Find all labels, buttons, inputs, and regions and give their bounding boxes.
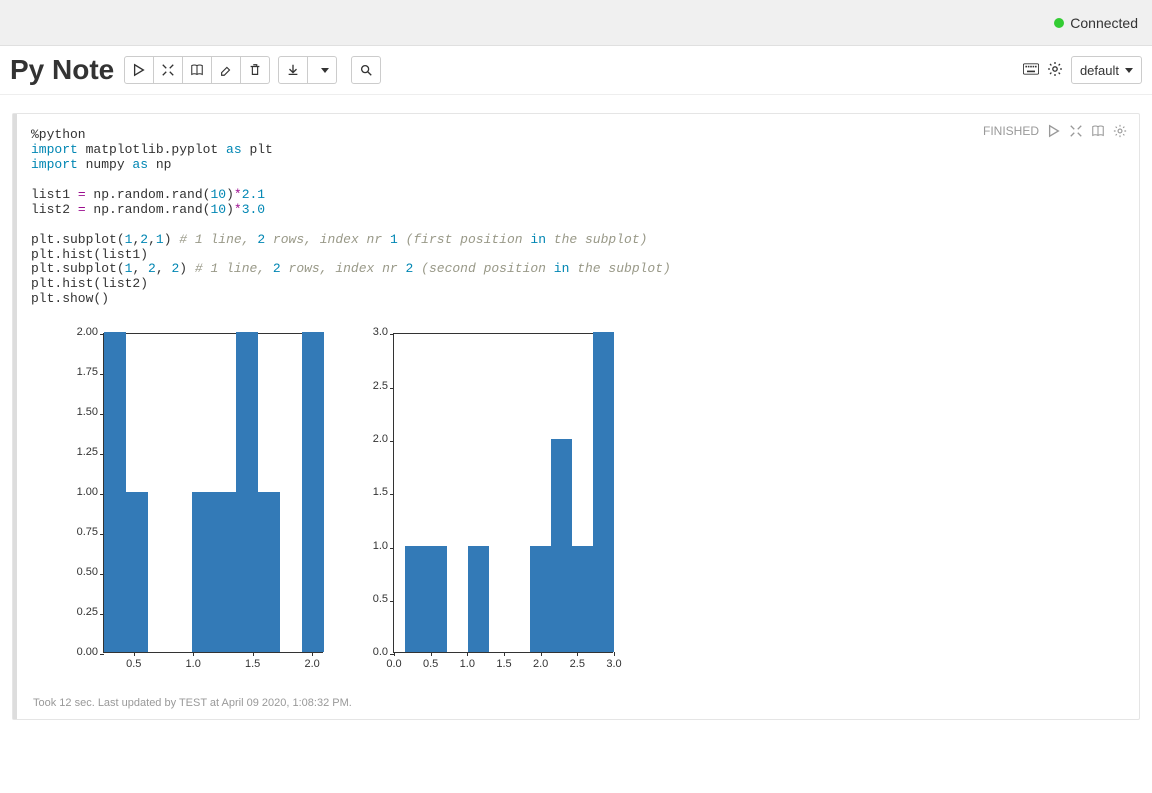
cell-hide-editor-button[interactable] bbox=[1069, 124, 1083, 138]
y-tick-label: 1.75 bbox=[77, 366, 104, 378]
search-icon bbox=[359, 63, 373, 77]
gear-icon bbox=[1047, 61, 1063, 77]
cell-status-row: FINISHED bbox=[983, 124, 1127, 138]
interpreter-label: default bbox=[1080, 63, 1119, 78]
notebook-title[interactable]: Py Note bbox=[10, 54, 114, 86]
y-tick-label: 0.00 bbox=[77, 646, 104, 658]
export-dropdown-button[interactable] bbox=[308, 56, 337, 84]
eraser-icon bbox=[219, 63, 233, 77]
header-right: default bbox=[1023, 56, 1142, 84]
notebook-body: FINISHED %pythonimport matplotlib.pyplot… bbox=[0, 95, 1152, 756]
search-button[interactable] bbox=[351, 56, 381, 84]
cell-settings-button[interactable] bbox=[1113, 124, 1127, 138]
x-tick-label: 2.5 bbox=[570, 652, 585, 670]
play-icon bbox=[1047, 124, 1061, 138]
collapse-icon bbox=[161, 63, 175, 77]
cell-inner: %pythonimport matplotlib.pyplot as pltim… bbox=[13, 114, 1139, 719]
bar bbox=[551, 439, 572, 652]
cell-run-button[interactable] bbox=[1047, 124, 1061, 138]
delete-note-button[interactable] bbox=[241, 56, 270, 84]
cell-footer-meta: Took 12 sec. Last updated by TEST at Apr… bbox=[31, 697, 1121, 709]
bar bbox=[302, 332, 324, 652]
collapse-icon bbox=[1069, 124, 1083, 138]
top-bar: Connected bbox=[0, 0, 1152, 46]
x-tick-label: 1.5 bbox=[496, 652, 511, 670]
connection-status: Connected bbox=[1070, 15, 1138, 31]
caret-down-icon bbox=[321, 68, 329, 73]
bar bbox=[192, 492, 214, 652]
bar bbox=[426, 546, 447, 653]
clear-output-button[interactable] bbox=[212, 56, 241, 84]
bar bbox=[126, 492, 148, 652]
y-tick-label: 2.0 bbox=[373, 433, 394, 445]
code-editor[interactable]: %pythonimport matplotlib.pyplot as pltim… bbox=[31, 128, 1121, 307]
histogram-chart: 0.000.250.500.751.001.251.501.752.000.51… bbox=[61, 333, 323, 675]
chart-output: 0.000.250.500.751.001.251.501.752.000.51… bbox=[31, 333, 1121, 675]
x-tick-label: 0.0 bbox=[386, 652, 401, 670]
y-tick-label: 3.0 bbox=[373, 326, 394, 338]
download-icon bbox=[286, 63, 300, 77]
gear-icon bbox=[1113, 124, 1127, 138]
bar bbox=[572, 546, 593, 653]
book-icon bbox=[1091, 124, 1105, 138]
cell-output: 0.000.250.500.751.001.251.501.752.000.51… bbox=[31, 333, 1121, 675]
histogram-chart: 0.00.51.01.52.02.53.00.00.51.01.52.02.53… bbox=[351, 333, 613, 675]
y-tick-label: 2.00 bbox=[77, 326, 104, 338]
x-tick-label: 1.5 bbox=[245, 652, 260, 670]
y-tick-label: 0.50 bbox=[77, 566, 104, 578]
y-tick-label: 0.75 bbox=[77, 526, 104, 538]
y-tick-label: 0.5 bbox=[373, 593, 394, 605]
bar bbox=[593, 332, 614, 652]
caret-down-icon bbox=[1125, 68, 1133, 73]
x-tick-label: 1.0 bbox=[186, 652, 201, 670]
bar bbox=[236, 332, 258, 652]
y-tick-label: 1.50 bbox=[77, 406, 104, 418]
export-button[interactable] bbox=[278, 56, 308, 84]
y-tick-label: 0.25 bbox=[77, 606, 104, 618]
cell-status-bar bbox=[13, 114, 17, 719]
keyboard-shortcuts-button[interactable] bbox=[1023, 61, 1039, 80]
play-icon bbox=[132, 63, 146, 77]
bar bbox=[214, 492, 236, 652]
x-tick-label: 1.0 bbox=[460, 652, 475, 670]
y-tick-label: 1.5 bbox=[373, 486, 394, 498]
paragraph-toolbar bbox=[124, 56, 270, 84]
connection-dot-icon bbox=[1054, 18, 1064, 28]
show-hide-code-button[interactable] bbox=[154, 56, 183, 84]
plot-area: 0.00.51.01.52.02.53.00.00.51.01.52.02.53… bbox=[393, 333, 613, 653]
bar bbox=[258, 492, 280, 652]
y-tick-label: 1.0 bbox=[373, 540, 394, 552]
bar bbox=[530, 546, 551, 653]
cell-hide-output-button[interactable] bbox=[1091, 124, 1105, 138]
show-hide-output-button[interactable] bbox=[183, 56, 212, 84]
keyboard-icon bbox=[1023, 61, 1039, 77]
trash-icon bbox=[248, 63, 262, 77]
book-icon bbox=[190, 63, 204, 77]
interpreter-settings-button[interactable] bbox=[1047, 61, 1063, 80]
y-tick-label: 2.5 bbox=[373, 380, 394, 392]
x-tick-label: 0.5 bbox=[423, 652, 438, 670]
paragraph-cell[interactable]: FINISHED %pythonimport matplotlib.pyplot… bbox=[12, 113, 1140, 720]
notebook-header: Py Note bbox=[0, 46, 1152, 95]
x-tick-label: 2.0 bbox=[533, 652, 548, 670]
y-tick-label: 1.00 bbox=[77, 486, 104, 498]
interpreter-select[interactable]: default bbox=[1071, 56, 1142, 84]
bar bbox=[104, 332, 126, 652]
cell-status-text: FINISHED bbox=[983, 124, 1039, 138]
bar bbox=[468, 546, 489, 653]
x-tick-label: 3.0 bbox=[606, 652, 621, 670]
x-tick-label: 2.0 bbox=[304, 652, 319, 670]
y-tick-label: 1.25 bbox=[77, 446, 104, 458]
x-tick-label: 0.5 bbox=[126, 652, 141, 670]
run-all-button[interactable] bbox=[124, 56, 154, 84]
export-toolbar bbox=[278, 56, 337, 84]
plot-area: 0.000.250.500.751.001.251.501.752.000.51… bbox=[103, 333, 323, 653]
bar bbox=[405, 546, 426, 653]
